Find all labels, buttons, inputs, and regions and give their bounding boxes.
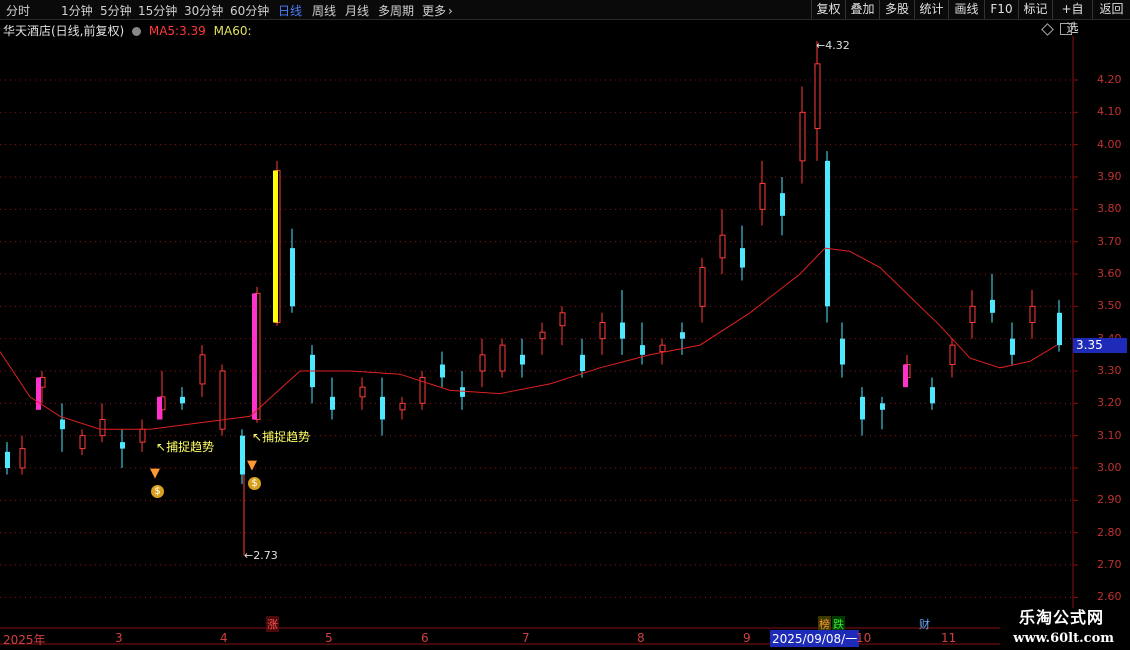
candle-body bbox=[860, 396, 865, 420]
arrow-icon: ↖ bbox=[252, 430, 263, 444]
high-annotation: ←4.32 bbox=[816, 39, 850, 52]
candle-body bbox=[699, 267, 706, 307]
signal-bar bbox=[157, 396, 162, 420]
arrow-icon: ↖ bbox=[156, 440, 167, 454]
candle-body bbox=[180, 396, 185, 404]
candle-body bbox=[930, 387, 935, 404]
signal-text-2: 捕捉趋势 bbox=[262, 430, 311, 444]
candle-body bbox=[740, 248, 745, 268]
candle-body bbox=[1010, 338, 1015, 355]
price-tick-label: 3.00 bbox=[1097, 461, 1122, 474]
candle-body bbox=[120, 442, 125, 449]
signal-bar bbox=[273, 170, 278, 323]
price-tick-label: 3.70 bbox=[1097, 234, 1122, 248]
price-tick-label: 3.50 bbox=[1097, 299, 1122, 313]
candle-body bbox=[359, 386, 366, 398]
price-tick-label: 4.00 bbox=[1097, 137, 1122, 151]
price-tick-label: 2.80 bbox=[1097, 525, 1122, 539]
price-tick-label: 2.60 bbox=[1097, 590, 1122, 604]
candle-body bbox=[949, 344, 956, 366]
price-tick-label: 3.20 bbox=[1097, 396, 1122, 410]
price-tick-label: 3.60 bbox=[1097, 267, 1122, 280]
signal-label-1: ↖捕捉趋势 bbox=[156, 438, 214, 455]
month-label: 2025年 bbox=[3, 633, 46, 647]
diamond-gem-icon: ▼ bbox=[150, 466, 160, 481]
candle-body bbox=[799, 111, 806, 162]
month-label: 3 bbox=[115, 631, 123, 645]
candle-body bbox=[990, 299, 995, 313]
candle-body bbox=[840, 338, 845, 365]
candle-body bbox=[60, 419, 65, 430]
candle-body bbox=[719, 234, 726, 259]
price-tick-label: 3.30 bbox=[1097, 364, 1122, 377]
candle-body bbox=[559, 312, 566, 327]
money-bag-icon: $ bbox=[248, 477, 261, 490]
candle-body bbox=[199, 354, 206, 385]
candle-body bbox=[814, 63, 821, 129]
candle-body bbox=[19, 448, 26, 469]
candle-body bbox=[330, 396, 335, 410]
candle-body bbox=[499, 344, 506, 372]
signal-bar bbox=[36, 377, 41, 410]
price-tick-label: 4.10 bbox=[1097, 105, 1122, 119]
month-label: 11 bbox=[941, 631, 957, 645]
candle-body bbox=[440, 364, 445, 378]
candle-body bbox=[680, 332, 685, 339]
candle-body bbox=[479, 354, 486, 372]
price-tick-label: 3.90 bbox=[1097, 170, 1122, 183]
low-annotation: ←2.73 bbox=[244, 549, 278, 562]
candle-body bbox=[99, 419, 106, 437]
candle-body bbox=[580, 354, 585, 371]
month-label: 10 bbox=[856, 631, 872, 645]
candle-body bbox=[780, 193, 785, 216]
candle-body bbox=[1057, 312, 1062, 346]
candle-body bbox=[240, 435, 245, 475]
candle-body bbox=[759, 182, 766, 210]
candle-body bbox=[290, 248, 295, 307]
month-label: 7 bbox=[522, 631, 530, 645]
signal-bar bbox=[903, 364, 908, 388]
watermark-url: www.60lt.com bbox=[1013, 631, 1114, 646]
current-price-tag: 3.35 bbox=[1073, 338, 1127, 353]
price-tick-label: 2.70 bbox=[1097, 558, 1122, 571]
candle-body bbox=[539, 331, 546, 340]
price-tick-label: 2.90 bbox=[1097, 493, 1122, 507]
candle-body bbox=[880, 403, 885, 410]
candle-body bbox=[79, 435, 86, 450]
cai-marker[interactable]: 财 bbox=[918, 616, 931, 632]
watermark-title: 乐淘公式网 bbox=[1018, 608, 1104, 627]
signal-label-2: ↖捕捉趋势 bbox=[252, 428, 310, 445]
month-label: 4 bbox=[220, 631, 228, 645]
candle-body bbox=[380, 396, 385, 420]
price-tick-label: 4.20 bbox=[1097, 73, 1122, 86]
candle-body bbox=[5, 451, 10, 468]
candle-body bbox=[520, 354, 525, 365]
diamond-gem-icon: ▼ bbox=[247, 458, 257, 473]
month-label: 9 bbox=[743, 631, 751, 645]
candle-body bbox=[640, 345, 645, 355]
candle-body bbox=[599, 322, 606, 340]
price-tick-label: 3.80 bbox=[1097, 202, 1122, 216]
high-value: 4.32 bbox=[825, 39, 850, 52]
date-highlight: 2025/09/08/一 bbox=[770, 630, 860, 647]
month-label: 8 bbox=[637, 631, 645, 645]
candlestick-chart[interactable] bbox=[0, 0, 1130, 650]
watermark: 乐淘公式网 www.60lt.com bbox=[1000, 608, 1130, 650]
zhang-marker[interactable]: 涨 bbox=[266, 616, 279, 632]
candle-body bbox=[139, 428, 146, 443]
candle-body bbox=[825, 160, 830, 307]
month-label: 5 bbox=[325, 631, 333, 645]
money-bag-icon: $ bbox=[151, 485, 164, 498]
signal-text-1: 捕捉趋势 bbox=[166, 440, 215, 454]
price-tick-label: 3.10 bbox=[1097, 428, 1122, 442]
candle-body bbox=[399, 402, 406, 411]
candle-body bbox=[1029, 305, 1036, 324]
candle-body bbox=[620, 322, 625, 339]
month-label: 6 bbox=[421, 631, 429, 645]
candle-body bbox=[969, 305, 976, 324]
low-value: 2.73 bbox=[253, 549, 278, 562]
signal-bar bbox=[252, 293, 257, 420]
candle-body bbox=[659, 344, 666, 353]
candle-body bbox=[460, 387, 465, 397]
